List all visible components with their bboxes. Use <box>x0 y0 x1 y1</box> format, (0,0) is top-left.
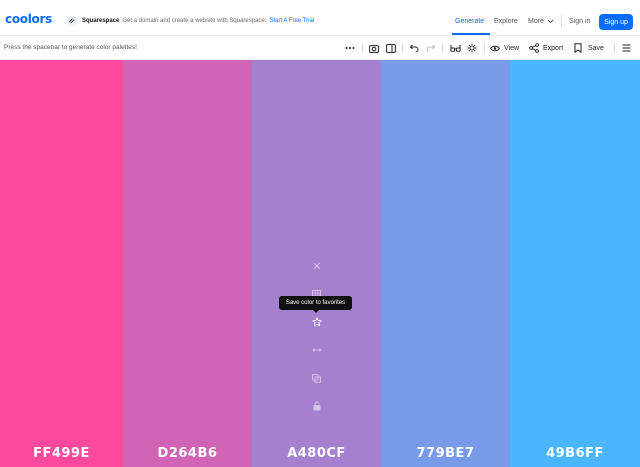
toolbar: Press the spacebar to generate color pal… <box>0 36 640 60</box>
drag-color-button[interactable] <box>309 342 325 358</box>
lock-icon <box>313 401 320 411</box>
more-icon <box>345 47 355 49</box>
color-blindness-button[interactable] <box>448 41 462 55</box>
signup-button[interactable]: Sign up <box>599 14 633 30</box>
color-hex-4[interactable]: 779BE7 <box>381 446 510 461</box>
menu-icon <box>622 44 630 52</box>
sidebar-icon <box>386 43 396 53</box>
toolbar-divider <box>614 43 615 53</box>
bookmark-icon <box>574 43 582 53</box>
copy-hex-button[interactable] <box>309 370 325 386</box>
promo-name: Squarespace <box>82 18 120 24</box>
favorite-tooltip: Save color to favorites <box>279 296 352 313</box>
lock-color-button[interactable] <box>309 398 325 414</box>
arrows-icon <box>311 348 322 352</box>
share-icon <box>529 43 539 53</box>
toolbar-hint: Press the spacebar to generate color pal… <box>4 44 137 51</box>
view-button[interactable]: View <box>490 41 519 55</box>
squarespace-icon <box>66 15 78 27</box>
export-button[interactable]: Export <box>529 41 563 55</box>
palette: FF499E D264B6 Save color to favorites A4… <box>0 60 640 467</box>
chevron-down-icon <box>547 19 554 23</box>
remove-color-button[interactable] <box>309 258 325 274</box>
promo-link[interactable]: Start A Free Trial <box>269 18 314 24</box>
close-icon <box>313 262 320 270</box>
color-column-1[interactable]: FF499E <box>0 60 123 467</box>
color-hex-2[interactable]: D264B6 <box>123 446 252 461</box>
glasses-icon <box>449 45 461 52</box>
color-column-3[interactable]: Save color to favorites A480CF <box>252 60 381 467</box>
toolbar-divider <box>484 43 485 53</box>
nav-divider <box>561 15 562 27</box>
star-icon <box>311 317 322 327</box>
active-tab-indicator <box>452 33 490 35</box>
undo-icon <box>409 44 419 52</box>
color-tools <box>252 258 381 426</box>
sidebar-button[interactable] <box>384 41 398 55</box>
color-hex-1[interactable]: FF499E <box>0 446 123 461</box>
color-hex-5[interactable]: 49B6FF <box>510 446 640 461</box>
view-label: View <box>504 44 520 52</box>
top-navigation: coolors Squarespace Get a domain and cre… <box>0 0 640 36</box>
toolbar-divider <box>362 43 363 53</box>
color-column-2[interactable]: D264B6 <box>123 60 252 467</box>
copy-icon <box>312 373 321 383</box>
promo-text: Get a domain and create a website with S… <box>122 18 267 24</box>
save-label: Save <box>588 44 604 52</box>
save-button[interactable]: Save <box>574 41 604 55</box>
sun-icon <box>467 43 477 53</box>
color-hex-3[interactable]: A480CF <box>252 446 381 461</box>
undo-button[interactable] <box>407 41 421 55</box>
nav-more[interactable]: More <box>528 12 554 30</box>
menu-button[interactable] <box>620 41 632 55</box>
export-label: Export <box>543 44 564 52</box>
toolbar-divider <box>402 43 403 53</box>
logo[interactable]: coolors <box>5 12 52 26</box>
eye-icon <box>490 45 500 51</box>
color-column-4[interactable]: 779BE7 <box>381 60 510 467</box>
squarespace-promo[interactable]: Squarespace Get a domain and create a we… <box>66 14 314 28</box>
favorite-color-button[interactable] <box>309 314 325 330</box>
nav-explore[interactable]: Explore <box>494 12 518 30</box>
camera-icon <box>369 44 379 53</box>
redo-icon <box>426 44 436 52</box>
nav-more-label: More <box>528 17 544 25</box>
adjust-button[interactable] <box>465 41 479 55</box>
toolbar-divider <box>442 43 443 53</box>
screenshot-button[interactable] <box>367 41 381 55</box>
color-column-5[interactable]: 49B6FF <box>510 60 640 467</box>
nav-generate[interactable]: Generate <box>455 12 484 30</box>
redo-button[interactable] <box>424 41 438 55</box>
more-button[interactable] <box>343 41 357 55</box>
nav-signin[interactable]: Sign in <box>569 12 590 30</box>
